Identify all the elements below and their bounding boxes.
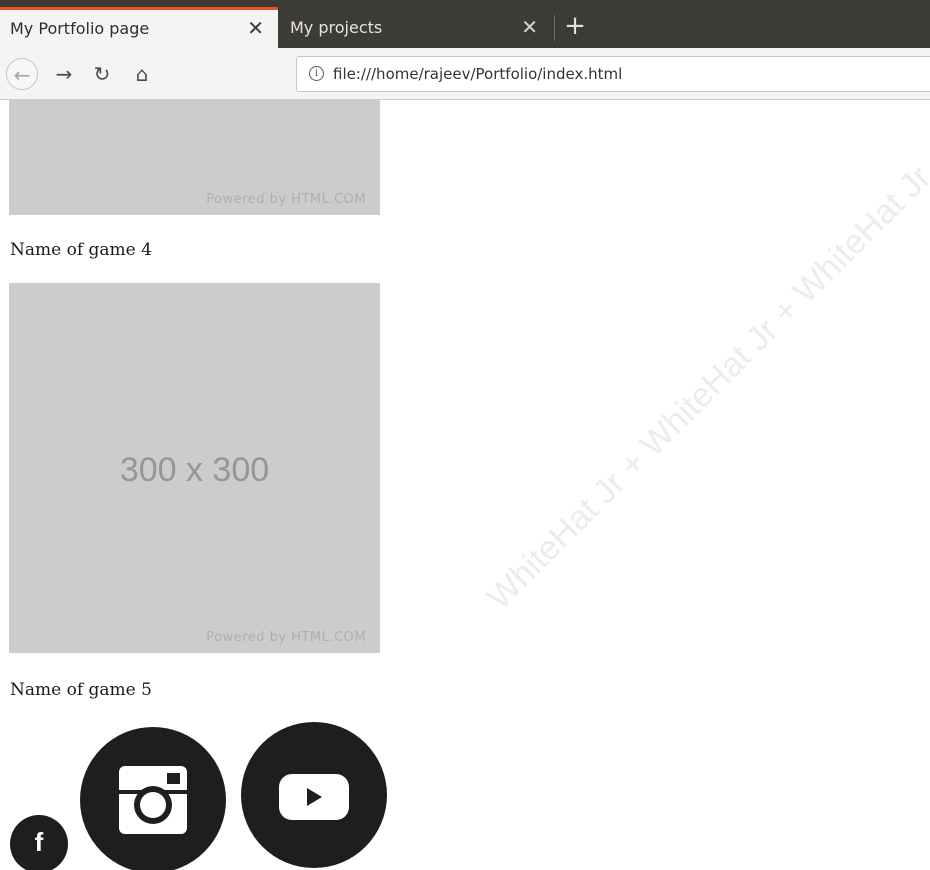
instagram-icon[interactable] (80, 727, 226, 870)
navigation-bar: ← → ↻ ⌂ i file:///home/rajeev/Portfolio/… (0, 48, 930, 100)
game-image-placeholder: 300 x 300 Powered by HTML.COM (9, 283, 380, 653)
address-bar[interactable]: i file:///home/rajeev/Portfolio/index.ht… (296, 56, 930, 92)
instagram-glyph (119, 766, 187, 834)
tab-my-portfolio-page[interactable]: My Portfolio page ✕ (0, 7, 278, 48)
close-tab-icon[interactable]: ✕ (247, 10, 264, 47)
reload-button[interactable]: ↻ (86, 58, 118, 90)
tab-title: My projects (290, 18, 383, 37)
tab-my-projects[interactable]: My projects ✕ (278, 7, 554, 48)
new-tab-button[interactable]: + (562, 8, 588, 44)
image-size-label: 300 x 300 (119, 451, 270, 489)
info-icon[interactable]: i (309, 66, 324, 81)
url-text[interactable]: file:///home/rajeev/Portfolio/index.html (333, 57, 622, 91)
tab-separator (554, 15, 555, 41)
facebook-glyph: f (34, 827, 44, 857)
facebook-icon[interactable]: f (10, 815, 68, 870)
powered-by-text: Powered by HTML.COM (206, 630, 366, 645)
youtube-icon[interactable] (241, 722, 387, 868)
forward-button[interactable]: → (48, 58, 80, 90)
back-button[interactable]: ← (6, 58, 38, 90)
close-tab-icon[interactable]: ✕ (521, 7, 538, 48)
game-name: Name of game 5 (10, 680, 152, 700)
tab-bar: My Portfolio page ✕ My projects ✕ + (0, 0, 930, 48)
youtube-glyph (279, 774, 349, 820)
game-image-placeholder: Powered by HTML.COM (9, 100, 380, 215)
tab-title: My Portfolio page (10, 19, 150, 38)
page-content: Powered by HTML.COM Name of game 4 300 x… (0, 100, 930, 870)
home-button[interactable]: ⌂ (126, 58, 158, 90)
game-name: Name of game 4 (10, 240, 152, 260)
powered-by-text: Powered by HTML.COM (206, 192, 366, 207)
browser-window: My Portfolio page ✕ My projects ✕ + ← → … (0, 0, 930, 870)
